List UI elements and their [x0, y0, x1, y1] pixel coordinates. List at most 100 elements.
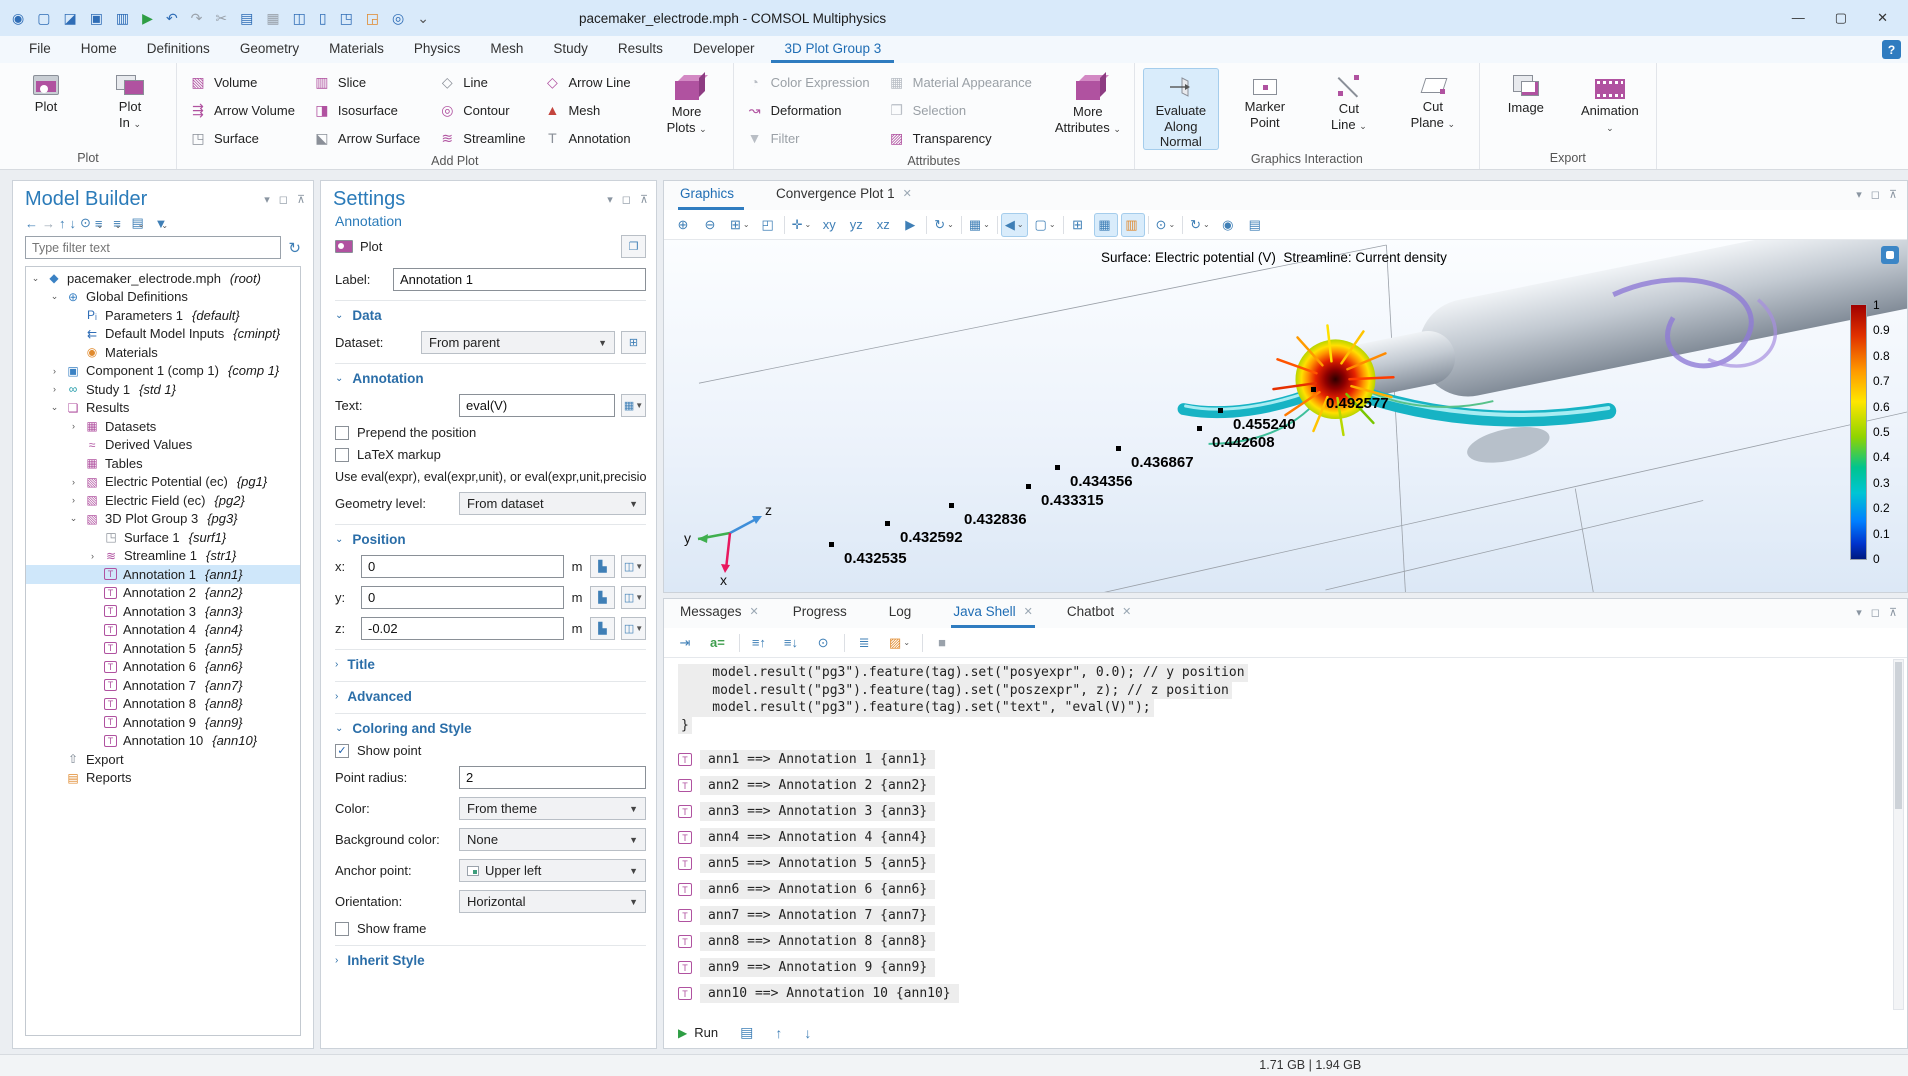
save-icon[interactable]: ▣ — [90, 11, 103, 25]
tree-node-annotation-10[interactable]: T Annotation 10 {ann10} — [26, 732, 300, 751]
filter-button[interactable]: ▼ Filter — [742, 124, 880, 152]
help-button[interactable]: ? — [1882, 40, 1901, 59]
visibility-icon[interactable]: ⊙⌄ — [1152, 213, 1180, 237]
show-output-icon[interactable]: ⊙ — [812, 631, 836, 655]
table-toggle-icon[interactable]: ▦ — [1094, 213, 1118, 237]
tab-java-shell[interactable]: Java Shell ✕ — [951, 604, 1035, 628]
annotation-text-input[interactable] — [459, 394, 615, 417]
orientation-dropdown[interactable]: Horizontal ▼ — [459, 890, 646, 913]
range-plot-button[interactable]: ▙ — [590, 586, 615, 609]
export-animation-button[interactable]: Animation ⌄ — [1572, 68, 1648, 149]
tree-node-annotation-1[interactable]: T Annotation 1 {ann1} — [26, 565, 300, 584]
go-to-view-icon[interactable]: ✛⌄ — [788, 213, 816, 237]
color-dropdown[interactable]: From theme ▼ — [459, 797, 646, 820]
zoom-out-icon[interactable]: ⊖ — [699, 213, 723, 237]
tab-definitions[interactable]: Definitions — [134, 36, 223, 63]
maximize-button[interactable]: ▢ — [1835, 10, 1847, 26]
copy-icon[interactable]: ▤ — [240, 11, 253, 25]
show-point-checkbox[interactable]: ✓ — [335, 744, 349, 758]
tree-node-default-model-inputs[interactable]: ⇇ Default Model Inputs {cminpt} — [26, 325, 300, 344]
section-data[interactable]: ⌄Data — [335, 308, 646, 323]
more-attributes-button[interactable]: More Attributes ⌄ — [1050, 68, 1126, 152]
dataset-dropdown[interactable]: From parent ▼ — [421, 331, 615, 354]
scene-movie-icon[interactable]: ▶ — [899, 213, 923, 237]
cut-line-button[interactable]: Cut Line ⌄ — [1311, 68, 1387, 150]
tree-node-results[interactable]: ⌄ ❏ Results — [26, 399, 300, 418]
open-file-icon[interactable]: ◪ — [63, 11, 76, 25]
zoom-box-icon[interactable]: ⊞⌄ — [726, 213, 754, 237]
tab-graphics[interactable]: Graphics — [678, 186, 744, 210]
panel-corner-icon[interactable]: ⊼ — [297, 193, 305, 206]
plot-in-window-button[interactable]: ❐ — [621, 235, 646, 258]
expression-menu-button[interactable]: ▦▼ — [621, 394, 646, 417]
new-file-icon[interactable]: ▢ — [37, 11, 50, 25]
delete-icon[interactable]: ▯ — [319, 11, 327, 25]
expand-chevron-icon[interactable]: ⌄ — [30, 273, 41, 284]
java-shell-output[interactable]: model.result("pg3").feature(tag).set("po… — [664, 657, 1907, 1017]
expand-chevron-icon[interactable]: › — [49, 384, 60, 394]
range-menu-button[interactable]: ◫▼ — [621, 617, 646, 640]
section-inherit-style[interactable]: ›Inherit Style — [335, 953, 646, 968]
expand-chevron-icon[interactable]: › — [49, 366, 60, 376]
previous-command-icon[interactable]: ↑ — [775, 1025, 782, 1041]
close-tab-icon[interactable]: ✕ — [750, 605, 759, 618]
clear-shell-icon[interactable]: ▨⌄ — [885, 631, 914, 655]
tree-node-annotation-5[interactable]: T Annotation 5 {ann5} — [26, 639, 300, 658]
redo-icon[interactable]: ↷ — [191, 11, 203, 25]
plot-button[interactable]: Plot — [8, 68, 84, 149]
close-tab-icon[interactable]: ✕ — [903, 187, 912, 200]
tab-geometry[interactable]: Geometry — [227, 36, 312, 63]
panel-corner-icon[interactable]: ⊼ — [1889, 606, 1897, 619]
assign-icon[interactable]: a= — [706, 631, 731, 655]
back-arrow-icon[interactable]: ← — [25, 216, 32, 231]
tree-node-tables[interactable]: ▦ Tables — [26, 454, 300, 473]
tab-mesh[interactable]: Mesh — [477, 36, 536, 63]
undo-icon[interactable]: ↶ — [166, 11, 178, 25]
surface-button[interactable]: ◳ Surface — [185, 124, 305, 152]
auto-complete-icon[interactable]: ⇥ — [674, 631, 698, 655]
material-appearance-button[interactable]: ▦ Material Appearance — [884, 68, 1042, 96]
tree-node-surface-1[interactable]: ◳ Surface 1 {surf1} — [26, 528, 300, 547]
sound-feedback-icon[interactable]: ◀⌄ — [1001, 213, 1028, 237]
next-command-icon[interactable]: ↓ — [804, 1025, 811, 1041]
tree-node-streamline-1[interactable]: › ≋ Streamline 1 {str1} — [26, 547, 300, 566]
anchor-point-dropdown[interactable]: Upper left ▼ — [459, 859, 646, 882]
position-z-field[interactable] — [361, 617, 564, 640]
paste-icon[interactable]: ▦ — [266, 11, 279, 25]
line-list-icon[interactable]: ≣ — [853, 631, 877, 655]
tab-materials[interactable]: Materials — [316, 36, 397, 63]
scroll-up-icon[interactable]: ≡↑ — [748, 631, 772, 655]
annotation-button[interactable]: T Annotation — [539, 124, 640, 152]
view-xz-icon[interactable]: xz — [872, 213, 896, 237]
volume-button[interactable]: ▧ Volume — [185, 68, 305, 96]
tree-node-annotation-9[interactable]: T Annotation 9 {ann9} — [26, 713, 300, 732]
forward-arrow-icon[interactable]: → — [42, 216, 49, 231]
annotation-label-input[interactable] — [393, 268, 646, 291]
panel-corner-icon[interactable]: ◻ — [279, 193, 288, 206]
panel-corner-icon[interactable]: ▾ — [264, 193, 270, 206]
panel-corner-icon[interactable]: ▾ — [1856, 606, 1862, 619]
grid-toggle-icon[interactable]: ⊞ — [1067, 213, 1091, 237]
tree-node-derived-values[interactable]: ≈ Derived Values — [26, 436, 300, 455]
background-color-dropdown[interactable]: None ▼ — [459, 828, 646, 851]
clear-selection-icon[interactable]: ◲ — [366, 11, 379, 25]
tree-node-reports[interactable]: ▤ Reports — [26, 769, 300, 788]
tree-node-study-1[interactable]: › ∞ Study 1 {std 1} — [26, 380, 300, 399]
tab-developer[interactable]: Developer — [680, 36, 768, 63]
close-tab-icon[interactable]: ✕ — [1122, 605, 1131, 618]
arrow-volume-button[interactable]: ⇶ Arrow Volume — [185, 96, 305, 124]
panel-corner-icon[interactable]: ▾ — [1856, 188, 1862, 201]
expand-chevron-icon[interactable]: ⌄ — [68, 513, 79, 524]
run-icon[interactable]: ▶ — [142, 11, 153, 25]
panel-corner-icon[interactable]: ▾ — [607, 193, 613, 206]
point-radius-input[interactable] — [459, 766, 646, 789]
slice-button[interactable]: ▥ Slice — [309, 68, 430, 96]
move-up-icon[interactable]: ↑ — [59, 216, 60, 231]
isosurface-button[interactable]: ◨ Isosurface — [309, 96, 430, 124]
close-tab-icon[interactable]: ✕ — [1024, 605, 1033, 618]
run-button[interactable]: ▶ Run — [678, 1025, 718, 1040]
tree-node-datasets[interactable]: › ▦ Datasets — [26, 417, 300, 436]
panel-corner-icon[interactable]: ◻ — [1871, 606, 1880, 619]
latex-markup-checkbox[interactable] — [335, 448, 349, 462]
section-title[interactable]: ›Title — [335, 657, 646, 672]
